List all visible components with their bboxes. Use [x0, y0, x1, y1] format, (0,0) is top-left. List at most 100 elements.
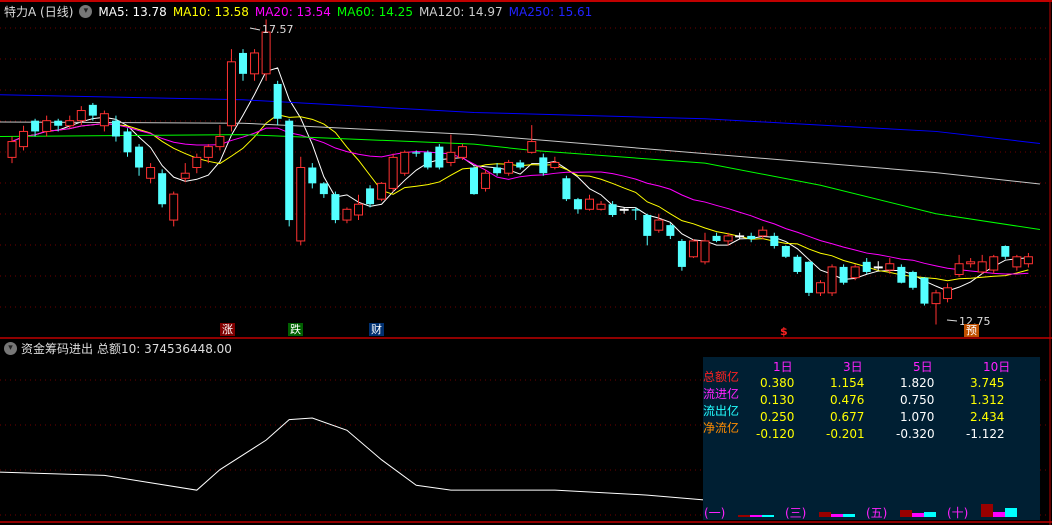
table-value: 1.154 [830, 376, 865, 390]
candle [388, 153, 398, 192]
flow-bar [993, 512, 1005, 517]
ma120-line [0, 121, 1041, 185]
table-value: 0.750 [900, 393, 935, 407]
candle [920, 277, 929, 306]
candle [273, 80, 282, 126]
high-label: 17.57 [262, 23, 294, 36]
flow-bar [900, 509, 912, 517]
candle [435, 144, 444, 170]
candle [135, 144, 144, 176]
candle [596, 201, 606, 211]
candle [180, 163, 190, 183]
candle [688, 239, 698, 259]
flow-bar [1005, 507, 1017, 517]
ma20-label: MA20: 13.54 [254, 4, 331, 19]
table-value: -0.201 [826, 427, 865, 441]
bar-group-label: (五) [866, 506, 888, 520]
candle [169, 191, 179, 227]
candle [400, 150, 410, 176]
table-value: 1.312 [970, 393, 1005, 407]
column-header: 1日 [773, 360, 793, 374]
column-header: 10日 [983, 360, 1011, 374]
candle [850, 264, 860, 281]
candle [989, 254, 999, 274]
table-value: 1.070 [900, 410, 935, 424]
candle [735, 232, 745, 240]
ma250-label: MA250: 15.61 [508, 4, 593, 19]
flow-bar [762, 515, 774, 517]
candle [158, 169, 167, 208]
candle [666, 223, 675, 240]
candle [1012, 254, 1022, 271]
row-label: 流出亿 [703, 404, 740, 418]
candle [573, 197, 582, 214]
bar-group-label: (十) [947, 506, 969, 520]
candle [943, 283, 953, 303]
flow-bar [843, 514, 855, 517]
fall-tag[interactable]: 跌 [288, 323, 303, 336]
candle [562, 175, 571, 202]
chevron-down-icon[interactable]: ▾ [79, 5, 93, 18]
ma10-label: MA10: 13.58 [172, 4, 249, 19]
flow-bar [750, 515, 762, 517]
candle [1001, 245, 1010, 260]
indicator-total: 总额10: 374536448.00 [97, 342, 232, 356]
chevron-down-icon[interactable]: ▾ [4, 342, 17, 355]
candle [366, 185, 375, 208]
indicator-header: ▾ 资金筹码进出 总额10: 374536448.00 [4, 340, 232, 357]
candle [192, 153, 202, 174]
candle [793, 254, 802, 274]
candle [215, 125, 225, 151]
dollar-tag[interactable]: $ [778, 325, 790, 338]
candle [539, 153, 548, 176]
candle [908, 270, 917, 290]
candle [354, 194, 363, 221]
flow-bar [924, 512, 936, 517]
candle [146, 163, 156, 184]
row-label: 流进亿 [703, 387, 740, 401]
table-value: 1.820 [900, 376, 935, 390]
ma60-label: MA60: 14.25 [336, 4, 413, 19]
candle [770, 232, 779, 249]
flow-bar [981, 504, 993, 517]
candle [481, 169, 491, 192]
candle [470, 166, 478, 195]
candle [977, 254, 987, 274]
flow-bar [819, 512, 831, 517]
candle [111, 115, 120, 142]
table-value: 0.380 [760, 376, 795, 390]
table-value: 0.250 [760, 410, 795, 424]
candle [839, 264, 848, 285]
candle [966, 258, 976, 268]
chart-header: 特力A (日线) ▾ MA5: 13.78 MA10: 13.58 MA20: … [4, 3, 592, 20]
table-value: 0.476 [830, 393, 865, 407]
forecast-tag[interactable]: 预 [964, 324, 979, 337]
candle [700, 232, 710, 265]
candle [250, 49, 260, 81]
flow-bar [912, 512, 924, 517]
rise-tag[interactable]: 涨 [220, 323, 235, 336]
candle [19, 125, 29, 151]
candle [643, 213, 652, 246]
row-label: 总额亿 [703, 370, 740, 384]
stock-title: 特力A (日线) [4, 5, 74, 19]
candle [99, 110, 109, 132]
candle [493, 163, 502, 176]
candle [516, 159, 525, 170]
table-value: 3.745 [970, 376, 1005, 390]
fund-flow-table: 1日 3日 5日 10日 总额亿 0.380 1.154 1.820 3.745 流进亿 0.130… [703, 357, 1040, 520]
candle [42, 115, 52, 137]
candle [319, 182, 328, 198]
candle [804, 261, 813, 297]
candle [677, 239, 686, 271]
fund-flow-curve [0, 417, 706, 501]
candle [862, 258, 871, 274]
column-header: 5日 [913, 360, 933, 374]
candle [1023, 252, 1033, 268]
candle [423, 150, 432, 170]
candle [342, 207, 352, 224]
ma60-line [0, 134, 1041, 231]
flow-bar [738, 515, 750, 517]
finance-tag[interactable]: 财 [369, 323, 384, 336]
candle [816, 280, 825, 297]
